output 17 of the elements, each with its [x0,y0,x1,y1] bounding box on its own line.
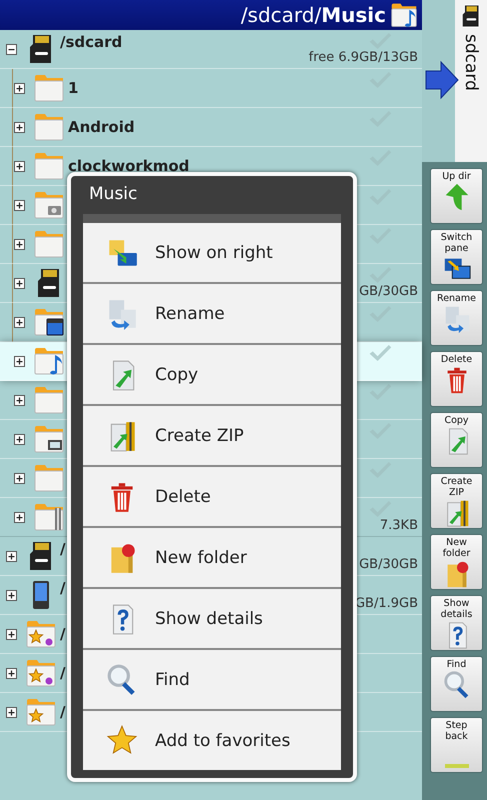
size-info: GB/1.9GB [354,597,418,611]
size-info: 7.3KB [380,519,418,533]
menu-title: Music [88,183,138,206]
folder-name: / [60,540,66,558]
folder-name: /sdcard [60,33,122,51]
path-title: /sdcard/Music [240,3,386,27]
folder-name: / [60,703,66,721]
folder-name: / [60,625,66,643]
folder-name: Android [68,118,135,136]
folder-name: clockworkmod [68,157,190,175]
folder-name: 1 [68,79,78,97]
tab-label: sdcard [461,34,481,91]
size-info: GB/30GB [359,558,418,572]
size-info: free 6.9GB/13GB [308,51,418,65]
folder-name: / [60,579,66,597]
size-info: GB/30GB [359,285,418,299]
folder-name: / [60,664,66,682]
